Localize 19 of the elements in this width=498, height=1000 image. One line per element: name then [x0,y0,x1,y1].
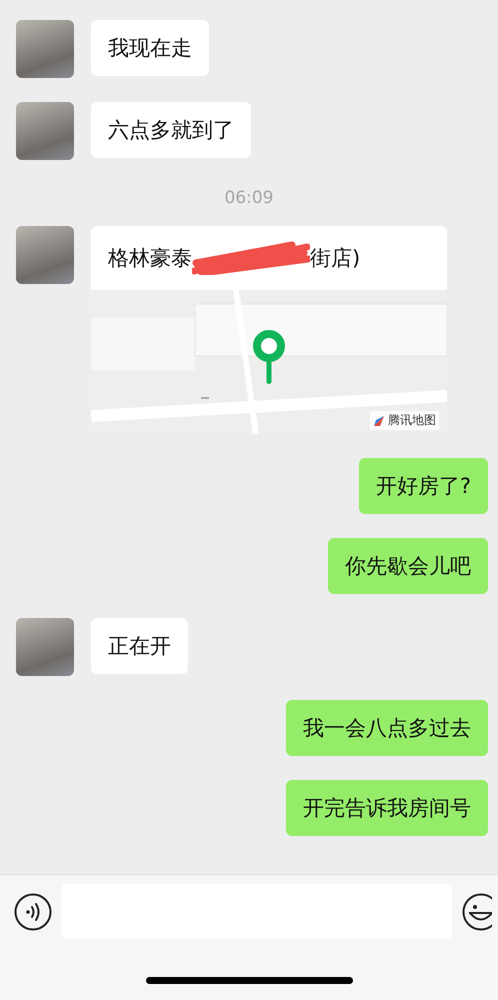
map-provider-label: 腾讯地图 [388,412,436,429]
location-card[interactable]: 格林豪泰 街店) 腾讯地图 [91,226,447,434]
message-bubble: 我现在走 [91,20,209,76]
location-title: 格林豪泰 [108,245,192,272]
emoji-icon[interactable] [462,892,492,930]
message-bubble: 正在开 [91,618,188,674]
location-title: 街店) [310,245,360,272]
avatar-placeholder[interactable] [16,20,74,78]
avatar-placeholder[interactable] [16,102,74,160]
timestamp: 06:09 [224,188,274,208]
message-bubble: 六点多就到了 [91,102,251,158]
avatar-placeholder[interactable] [16,226,74,284]
voice-icon[interactable] [14,892,52,930]
message-bubble: 开完告诉我房间号 [286,780,488,836]
message-bubble: 你先歇会儿吧 [328,538,488,594]
avatar-placeholder[interactable] [16,618,74,676]
map-logo-icon [373,414,385,426]
message-bubble: 开好房了? [358,458,488,514]
message-bubble: 我一会八点多过去 [286,700,488,756]
